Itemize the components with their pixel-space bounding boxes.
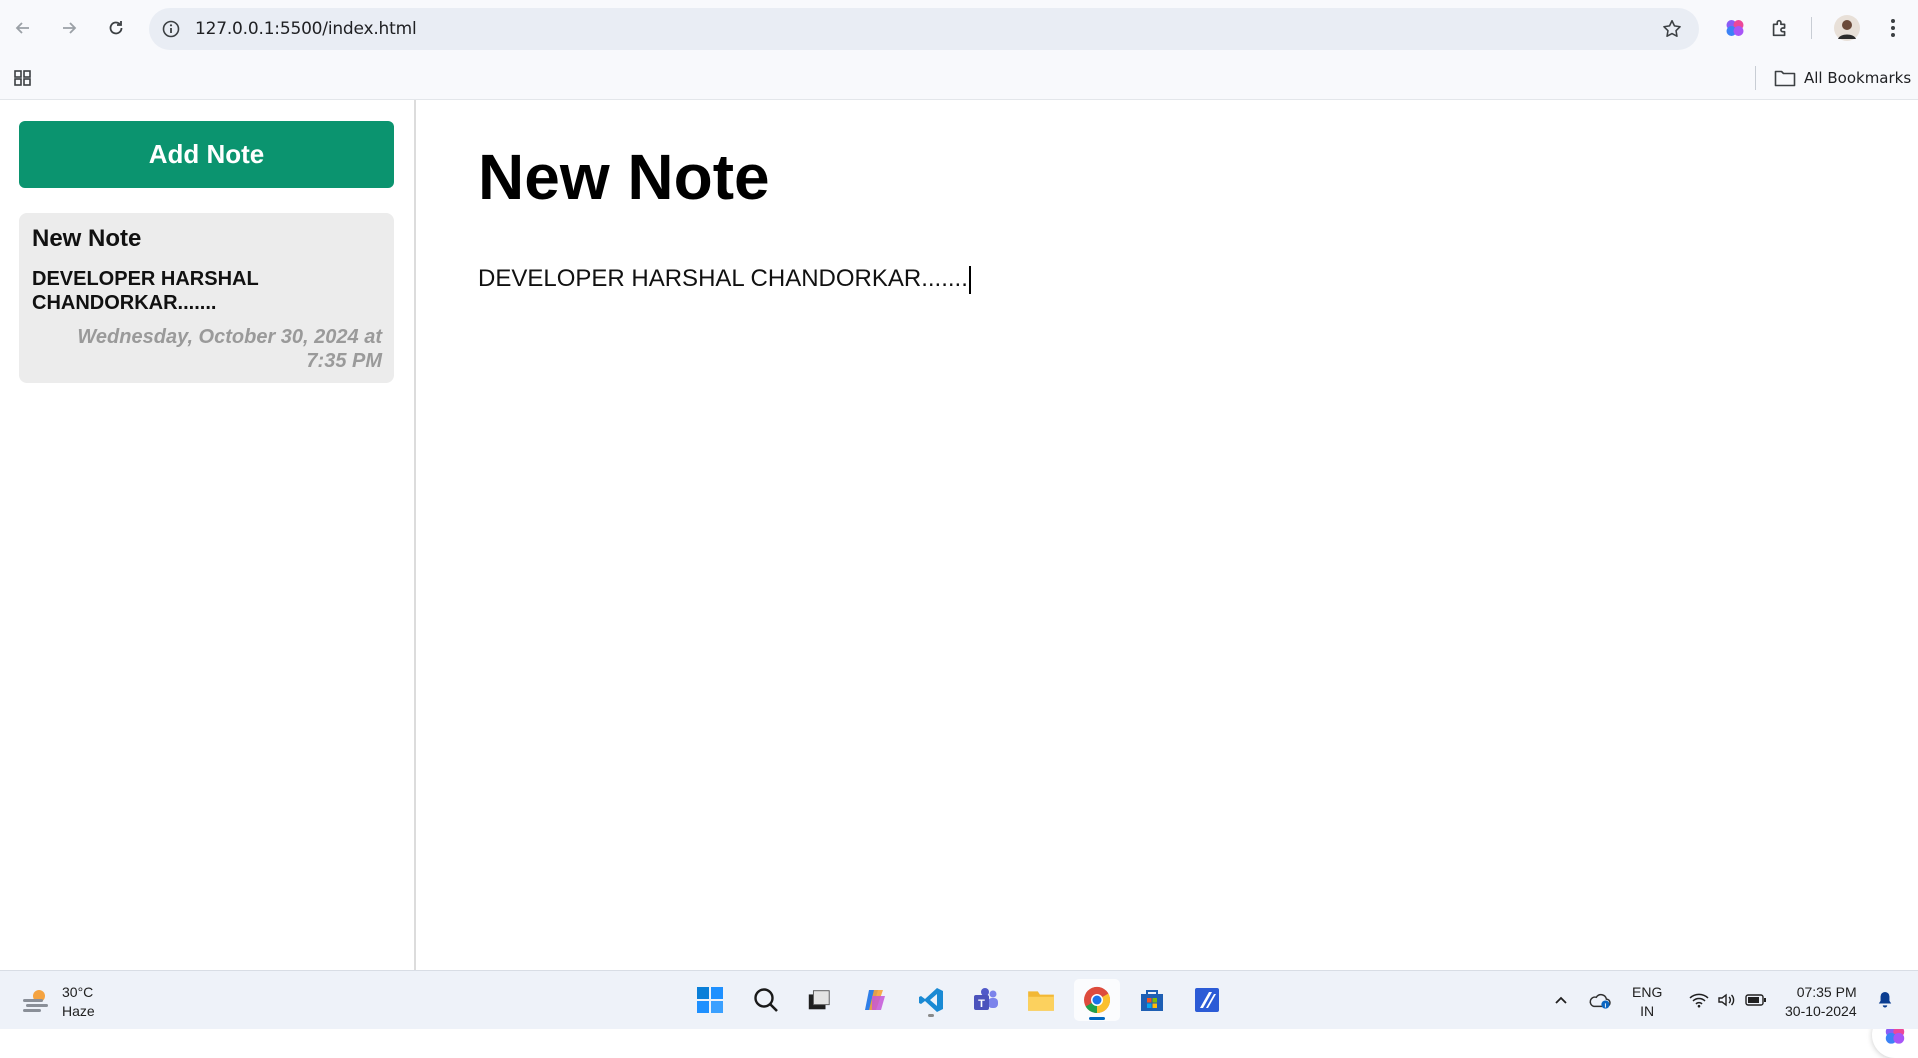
- volume-icon: [1718, 993, 1735, 1007]
- vscode-taskbar-button[interactable]: [913, 982, 949, 1018]
- back-button[interactable]: [8, 13, 38, 43]
- bookmark-star-icon[interactable]: [1661, 18, 1683, 40]
- app-taskbar-button[interactable]: [1189, 982, 1225, 1018]
- browser-toolbar: 127.0.0.1:5500/index.html: [0, 0, 1918, 58]
- extensions-puzzle-icon[interactable]: [1767, 15, 1793, 41]
- chrome-icon: [1084, 986, 1111, 1014]
- note-item-preview: DEVELOPER HARSHAL CHANDORKAR.......: [32, 268, 259, 314]
- back-arrow-icon: [15, 22, 29, 34]
- apps-grid-icon[interactable]: [13, 68, 33, 88]
- copilot-icon: [865, 990, 885, 1010]
- teams-taskbar-button[interactable]: T: [968, 982, 1004, 1018]
- reload-icon: [109, 21, 123, 35]
- address-bar[interactable]: 127.0.0.1:5500/index.html: [149, 8, 1699, 50]
- clock-date: 30-10-2024: [1785, 1003, 1857, 1019]
- quick-settings-button[interactable]: [1683, 982, 1773, 1018]
- task-view-button[interactable]: [801, 982, 837, 1018]
- notes-sidebar: Add Note New Note DEVELOPER HARSHAL CHAN…: [0, 100, 416, 970]
- url-text[interactable]: 127.0.0.1:5500/index.html: [195, 19, 417, 39]
- notifications-button[interactable]: [1872, 982, 1898, 1018]
- teams-icon: T: [974, 988, 998, 1010]
- note-item-date: Wednesday, October 30, 2024 at 7:35 PM: [77, 326, 382, 372]
- folder-icon: [1028, 991, 1054, 1011]
- taskbar: 30°C Haze T i ENG IN 07:35 PM 30-10-2024: [0, 970, 1918, 1029]
- file-explorer-taskbar-button[interactable]: [1023, 982, 1059, 1018]
- onedrive-tray-button[interactable]: i: [1585, 982, 1615, 1018]
- all-bookmarks-button[interactable]: All Bookmarks: [1774, 66, 1911, 90]
- clock-time: 07:35 PM: [1796, 984, 1857, 1000]
- bookmarks-bar: All Bookmarks: [0, 58, 1918, 100]
- language-code: ENG: [1632, 984, 1663, 1000]
- wifi-icon: [1689, 993, 1709, 1008]
- store-taskbar-button[interactable]: [1134, 982, 1170, 1018]
- folder-icon: [1774, 70, 1796, 87]
- microsoft-store-icon: [1141, 990, 1163, 1011]
- clock[interactable]: 07:35 PM 30-10-2024: [1785, 983, 1857, 1021]
- note-body-text: DEVELOPER HARSHAL CHANDORKAR.......: [478, 265, 968, 292]
- weather-description: Haze: [62, 1003, 95, 1019]
- active-indicator: [1089, 1017, 1105, 1020]
- chevron-up-icon: [1555, 996, 1567, 1004]
- haze-weather-icon: [23, 990, 48, 1012]
- battery-icon: [1745, 994, 1766, 1006]
- svg-text:i: i: [1605, 1002, 1607, 1009]
- bell-icon: [1878, 992, 1892, 1008]
- profile-avatar[interactable]: [1834, 15, 1860, 41]
- note-item-title: New Note: [32, 225, 142, 252]
- weather-temperature: 30°C: [62, 984, 94, 1000]
- start-button[interactable]: [692, 982, 728, 1018]
- region-code: IN: [1640, 1003, 1655, 1019]
- notes-app: Add Note New Note DEVELOPER HARSHAL CHAN…: [0, 100, 1918, 1058]
- language-indicator[interactable]: ENG IN: [1632, 983, 1662, 1021]
- forward-arrow-icon: [63, 22, 77, 34]
- text-caret: [968, 265, 971, 294]
- show-hidden-icons-button[interactable]: [1549, 982, 1573, 1018]
- site-info-icon[interactable]: [161, 19, 181, 39]
- onedrive-icon: i: [1589, 993, 1611, 1009]
- toolbar-divider: [1811, 17, 1812, 39]
- browser-menu-icon[interactable]: [1880, 15, 1906, 41]
- search-icon: [754, 988, 778, 1012]
- bookmarks-divider: [1755, 66, 1756, 90]
- copilot-taskbar-button[interactable]: [857, 982, 893, 1018]
- taskbar-search-button[interactable]: [748, 982, 784, 1018]
- note-editor: New Note DEVELOPER HARSHAL CHANDORKAR...…: [418, 100, 1918, 970]
- note-body-field[interactable]: DEVELOPER HARSHAL CHANDORKAR.......: [478, 265, 971, 294]
- reload-button[interactable]: [101, 13, 131, 43]
- add-note-button[interactable]: Add Note: [19, 121, 394, 188]
- forward-button[interactable]: [54, 13, 84, 43]
- vscode-icon: [919, 988, 943, 1012]
- windows-logo-icon: [697, 987, 723, 1013]
- running-indicator: [928, 1014, 934, 1017]
- task-view-icon: [808, 990, 830, 1010]
- chrome-taskbar-button[interactable]: [1074, 979, 1120, 1021]
- ai-assistant-extension-icon[interactable]: [1722, 15, 1748, 41]
- weather-widget[interactable]: 30°C Haze: [20, 983, 95, 1021]
- all-bookmarks-label: All Bookmarks: [1804, 69, 1912, 87]
- note-title-field[interactable]: New Note: [478, 140, 770, 214]
- svg-text:T: T: [978, 998, 985, 1010]
- blue-app-icon: [1195, 988, 1219, 1012]
- note-list-item[interactable]: New Note DEVELOPER HARSHAL CHANDORKAR...…: [19, 213, 394, 383]
